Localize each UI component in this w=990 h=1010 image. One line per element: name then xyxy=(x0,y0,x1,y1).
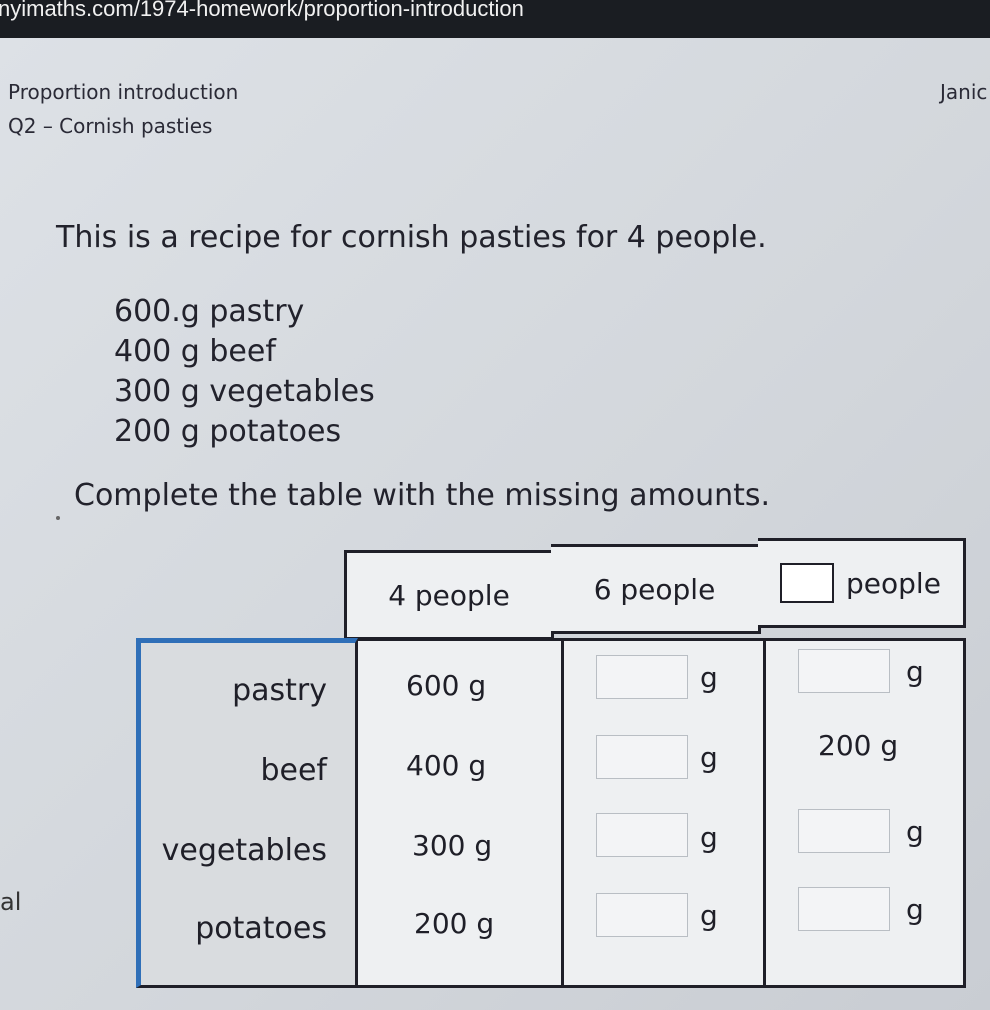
answer-input[interactable] xyxy=(798,809,890,853)
homework-page: Proportion introduction Janic Q2 – Corni… xyxy=(0,38,990,1010)
unit-label: g xyxy=(906,815,924,848)
unit-label: g xyxy=(700,899,718,932)
question-instruction: Complete the table with the missing amou… xyxy=(74,478,771,513)
header-4-people: 4 people xyxy=(344,550,554,640)
question-label: Q2 – Cornish pasties xyxy=(8,114,213,138)
value-cell: 400 g xyxy=(406,749,487,782)
answer-input[interactable] xyxy=(596,655,688,699)
ingredient-item: 600.g pastry xyxy=(114,294,305,329)
row-label-beef: beef xyxy=(260,753,327,788)
value-cell: 600 g xyxy=(406,669,487,702)
header-custom-people: people xyxy=(758,538,966,628)
header-6-people: 6 people xyxy=(551,544,761,634)
answer-input[interactable] xyxy=(798,887,890,931)
people-count-input[interactable] xyxy=(780,563,835,603)
ingredient-list: 600.g pastry 400 g beef 300 g vegetables… xyxy=(114,292,375,452)
column-6-people: g g g g xyxy=(564,638,766,988)
address-bar[interactable]: nyimaths.com/1974-homework/proportion-in… xyxy=(0,0,990,38)
unit-label: g xyxy=(700,741,718,774)
sidebar-fragment: al xyxy=(0,888,22,916)
header-label: 4 people xyxy=(388,578,510,612)
value-cell: 300 g xyxy=(412,829,493,862)
answer-input[interactable] xyxy=(596,735,688,779)
proportion-table: 4 people 6 people people pastry beef veg… xyxy=(136,536,966,988)
row-label-vegetables: vegetables xyxy=(161,833,327,868)
user-name[interactable]: Janic xyxy=(940,80,987,104)
value-cell: 200 g xyxy=(414,907,495,940)
row-label-potatoes: potatoes xyxy=(195,911,327,946)
row-header-column: pastry beef vegetables potatoes xyxy=(136,638,358,988)
unit-label: g xyxy=(906,655,924,688)
url-text: nyimaths.com/1974-homework/proportion-in… xyxy=(0,0,524,21)
ingredient-item: 200 g potatoes xyxy=(114,414,342,449)
ingredient-item: 400 g beef xyxy=(114,334,276,369)
answer-input[interactable] xyxy=(596,893,688,937)
header-label: 6 people xyxy=(593,572,716,606)
ingredient-item: 300 g vegetables xyxy=(114,374,375,409)
header-label: people xyxy=(846,566,941,600)
unit-label: g xyxy=(700,821,718,854)
row-label-pastry: pastry xyxy=(232,673,327,708)
column-custom-people: g 200 g g g xyxy=(766,638,966,988)
unit-label: g xyxy=(906,893,924,926)
answer-input[interactable] xyxy=(596,813,688,857)
unit-label: g xyxy=(700,661,718,694)
bullet-dot xyxy=(56,516,60,520)
question-intro: This is a recipe for cornish pasties for… xyxy=(56,220,767,255)
given-value: 200 g xyxy=(818,729,899,762)
column-4-people: 600 g 400 g 300 g 200 g xyxy=(358,638,564,988)
answer-input[interactable] xyxy=(798,649,890,693)
lesson-title: Proportion introduction xyxy=(8,80,239,104)
